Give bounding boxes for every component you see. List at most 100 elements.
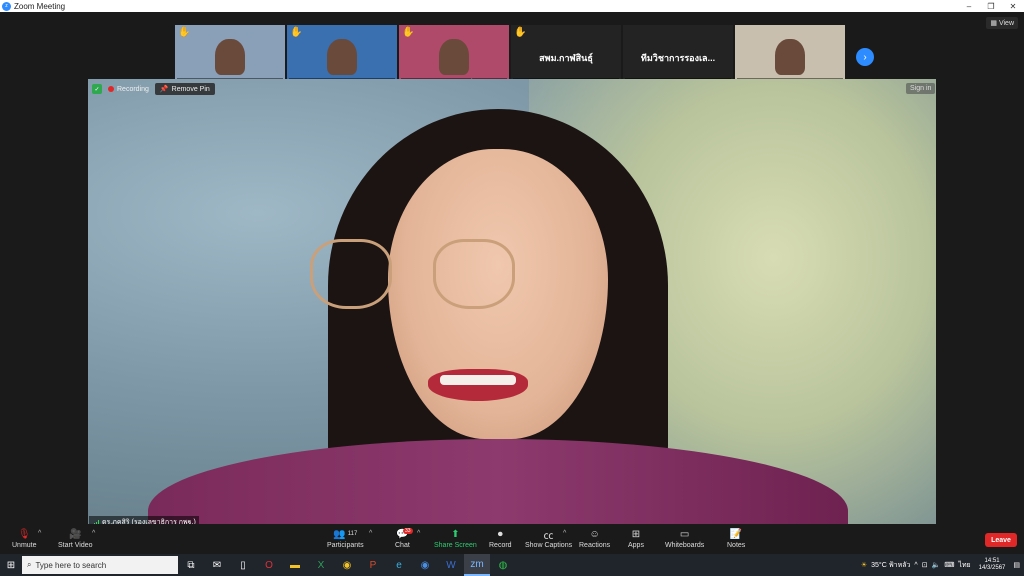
notes-button[interactable]: 📝 Notes xyxy=(727,528,746,550)
participant-video xyxy=(775,39,805,75)
record-icon: ⏺ xyxy=(497,528,503,540)
shield-icon[interactable]: ✓ xyxy=(92,84,102,94)
audio-options-chevron-icon[interactable]: ^ xyxy=(38,530,41,537)
pinned-video[interactable] xyxy=(88,79,936,526)
glasses-left xyxy=(310,239,392,309)
raised-hand-icon: ✋ xyxy=(290,27,303,38)
participants-icon: 👥 117 xyxy=(333,528,358,540)
restore-button[interactable]: ❐ xyxy=(980,0,1002,12)
captions-chevron-icon[interactable]: ^ xyxy=(563,530,566,537)
close-button[interactable]: ✕ xyxy=(1002,0,1024,12)
chrome-icon[interactable]: ◉ xyxy=(334,554,360,576)
mic-muted-icon: 🎙 xyxy=(17,528,31,540)
edge-icon[interactable]: e xyxy=(386,554,412,576)
task-view-icon[interactable]: ⧉ xyxy=(178,554,204,576)
next-page-button[interactable]: › xyxy=(856,48,874,66)
clock-time: 14:51 xyxy=(984,558,1000,564)
glasses-right xyxy=(433,239,515,309)
powerpoint-icon[interactable]: P xyxy=(360,554,386,576)
unmute-button[interactable]: 🎙 Unmute xyxy=(12,528,37,550)
start-video-button[interactable]: 🎥 Start Video xyxy=(58,528,93,550)
network-icon[interactable]: ⊡ xyxy=(922,561,928,569)
title-bar: z Zoom Meeting – ❐ ✕ xyxy=(0,0,1024,12)
minimize-button[interactable]: – xyxy=(958,0,980,12)
whiteboards-button[interactable]: ▭ Whiteboards xyxy=(665,528,705,550)
start-video-label: Start Video xyxy=(58,542,93,549)
video-options-chevron-icon[interactable]: ^ xyxy=(92,530,95,537)
recording-indicator[interactable]: Recording xyxy=(108,86,149,93)
participant-video xyxy=(215,39,245,75)
reactions-button[interactable]: ☺ Reactions xyxy=(579,528,611,550)
excel-icon[interactable]: X xyxy=(308,554,334,576)
tray-overflow-icon[interactable]: ^ xyxy=(914,562,917,569)
speaker-mouth xyxy=(428,369,528,401)
view-button[interactable]: ▦ View xyxy=(986,17,1018,29)
captions-icon: ㏄ xyxy=(543,530,554,542)
whiteboards-label: Whiteboards xyxy=(665,542,705,549)
reactions-label: Reactions xyxy=(579,542,611,549)
clock[interactable]: 14:51 14/3/2567 xyxy=(975,558,1010,572)
remove-pin-label: Remove Pin xyxy=(171,85,210,93)
language-indicator[interactable]: ไทย xyxy=(958,560,970,571)
show-captions-label: Show Captions xyxy=(525,542,573,549)
zoom-logo-icon: z xyxy=(2,1,11,11)
participants-chevron-icon[interactable]: ^ xyxy=(369,530,372,537)
unmute-label: Unmute xyxy=(12,542,37,549)
leave-button[interactable]: Leave xyxy=(985,533,1017,547)
raised-hand-icon: ✋ xyxy=(514,27,527,38)
leave-label: Leave xyxy=(991,536,1011,544)
windows-taskbar: ⊞ ⌕ Type here to search ⧉ ✉ ▯ O ▬ X ◉ P … xyxy=(0,554,1024,576)
file-explorer-icon[interactable]: ▬ xyxy=(282,554,308,576)
participant-video xyxy=(439,39,469,75)
window-controls: – ❐ ✕ xyxy=(958,0,1024,12)
recording-label: Recording xyxy=(117,85,149,93)
keyboard-icon[interactable]: ⌨ xyxy=(944,561,954,569)
participants-button[interactable]: 👥 117 Participants xyxy=(327,528,364,550)
apps-button[interactable]: ⊞ Apps xyxy=(628,528,644,550)
weather-text[interactable]: 35°C ฟ้าหลัว xyxy=(871,560,910,571)
participants-count: 117 xyxy=(347,531,358,537)
record-dot-icon xyxy=(108,86,114,92)
volume-icon[interactable]: 🔈 xyxy=(932,561,941,569)
share-screen-button[interactable]: ⬆ Share Screen xyxy=(434,528,477,550)
chat-chevron-icon[interactable]: ^ xyxy=(417,530,420,537)
windows-start-icon[interactable]: ⊞ xyxy=(0,554,22,576)
speaker-teeth xyxy=(440,375,516,385)
weather-icon[interactable]: ☀ xyxy=(861,561,867,569)
notes-label: Notes xyxy=(727,542,746,549)
mail-icon[interactable]: ✉ xyxy=(204,554,230,576)
meeting-toolbar: 🎙 Unmute ^ 🎥 Start Video ^ 👥 117 Particip… xyxy=(0,524,1024,554)
sign-in-button[interactable]: Sign in xyxy=(906,83,936,94)
zoom-taskbar-icon[interactable]: zm xyxy=(464,554,490,576)
taskbar-search-input[interactable]: ⌕ Type here to search xyxy=(22,556,178,574)
participant-display-name: สพม.กาฬสินธุ์ xyxy=(539,53,593,63)
share-screen-label: Share Screen xyxy=(434,542,477,549)
line-icon[interactable]: ◍ xyxy=(490,554,516,576)
clock-date: 14/3/2567 xyxy=(978,565,1006,571)
participant-video xyxy=(327,39,357,75)
raised-hand-icon: ✋ xyxy=(178,27,191,38)
search-placeholder: Type here to search xyxy=(35,560,107,570)
participants-label: Participants xyxy=(327,542,364,549)
apps-label: Apps xyxy=(628,542,644,549)
chat-label: Chat xyxy=(395,542,410,549)
remove-pin-button[interactable]: 📌 Remove Pin xyxy=(154,83,215,95)
video-overlay-top: ✓ Recording 📌 Remove Pin xyxy=(92,83,215,95)
record-button[interactable]: ⏺ Record xyxy=(489,528,512,550)
chrome-alt-icon[interactable]: ◉ xyxy=(412,554,438,576)
document-icon[interactable]: ▯ xyxy=(230,554,256,576)
chat-button[interactable]: 💬 33 Chat xyxy=(395,528,413,549)
notifications-icon[interactable]: ▤ xyxy=(1013,561,1020,569)
participant-display-name: ทีมวิชาการรองเล... xyxy=(640,53,716,63)
notes-icon: 📝 xyxy=(729,528,743,540)
reactions-icon: ☺ xyxy=(589,528,600,540)
raised-hand-icon: ✋ xyxy=(402,27,415,38)
pin-icon: 📌 xyxy=(159,86,169,93)
opera-icon[interactable]: O xyxy=(256,554,282,576)
whiteboard-icon: ▭ xyxy=(679,528,690,540)
record-label: Record xyxy=(489,542,512,549)
search-icon: ⌕ xyxy=(27,560,32,569)
video-off-icon: 🎥 xyxy=(69,528,82,540)
word-icon[interactable]: W xyxy=(438,554,464,576)
window-title: Zoom Meeting xyxy=(14,1,66,11)
